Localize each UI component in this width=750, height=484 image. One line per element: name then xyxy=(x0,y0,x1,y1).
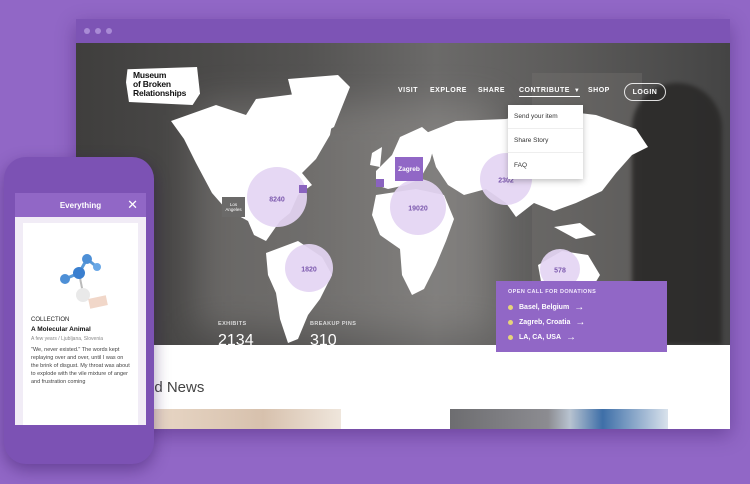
phone-screen: Everything ✕ COLLECTION A Molecular Anim… xyxy=(15,193,146,425)
browser-toolbar xyxy=(76,19,730,43)
dropdown-item-share-story[interactable]: Share Story xyxy=(508,129,583,153)
close-icon[interactable]: ✕ xyxy=(127,197,138,213)
window-dot-icon[interactable] xyxy=(106,28,112,34)
news-image[interactable] xyxy=(146,409,341,429)
caret-down-icon: ▼ xyxy=(573,88,581,94)
phone-header-title: Everything xyxy=(59,200,102,210)
bubble-count-label: 8240 xyxy=(269,196,285,204)
phone-header: Everything ✕ xyxy=(15,193,146,217)
donation-link-basel[interactable]: Basel, Belgium → xyxy=(508,300,655,315)
nav-explore[interactable]: EXPLORE xyxy=(430,87,467,94)
bubble-count-label: 1820 xyxy=(301,266,317,274)
nav-contribute[interactable]: CONTRIBUTE ▼ xyxy=(519,87,581,97)
arrow-right-icon: → xyxy=(574,302,585,313)
contribute-dropdown: Send your item Share Story FAQ xyxy=(508,105,583,179)
phone-mockup: Everything ✕ COLLECTION A Molecular Anim… xyxy=(4,157,154,464)
bullet-dot-icon xyxy=(508,305,513,310)
window-dot-icon[interactable] xyxy=(95,28,101,34)
collection-card[interactable]: COLLECTION A Molecular Animal A few year… xyxy=(23,223,138,425)
news-image[interactable] xyxy=(450,409,668,429)
window-dot-icon[interactable] xyxy=(84,28,90,34)
nav-visit[interactable]: VISIT xyxy=(398,87,418,94)
card-kicker: COLLECTION xyxy=(31,317,70,323)
britain-shape xyxy=(370,147,382,167)
city-tag-los-angeles[interactable]: Los Angeles xyxy=(222,197,245,217)
donations-card: OPEN CALL FOR DONATIONS Basel, Belgium →… xyxy=(496,281,667,352)
bubble-count-label: 19020 xyxy=(408,205,428,213)
card-title[interactable]: A Molecular Animal xyxy=(31,326,130,333)
map-pin-icon[interactable] xyxy=(299,185,307,193)
nav-shop[interactable]: SHOP xyxy=(588,87,610,94)
dropdown-item-faq[interactable]: FAQ xyxy=(508,153,583,177)
donation-link-zagreb[interactable]: Zagreb, Croatia → xyxy=(508,315,655,330)
bullet-dot-icon xyxy=(508,320,513,325)
city-tag-zagreb[interactable]: Zagreb xyxy=(395,157,423,181)
nav-share[interactable]: SHARE xyxy=(478,87,505,94)
dropdown-item-send-item[interactable]: Send your item xyxy=(508,105,583,129)
stat-value-pins: 310 xyxy=(310,332,337,345)
news-section-title: ed News xyxy=(146,379,205,396)
bullet-dot-icon xyxy=(508,335,513,340)
donations-title: OPEN CALL FOR DONATIONS xyxy=(508,289,597,295)
molecule-image xyxy=(31,227,131,315)
map-pin-icon[interactable] xyxy=(376,179,384,187)
arrow-right-icon: → xyxy=(566,332,576,343)
phone-body: COLLECTION A Molecular Animal A few year… xyxy=(15,217,146,425)
stat-label-pins: BREAKUP PINS xyxy=(310,321,357,327)
donation-link-la[interactable]: LA, CA, USA → xyxy=(508,330,655,345)
browser-window: 8240 1820 19020 2302 578 Los Angeles Zag… xyxy=(76,19,730,429)
stat-label-exhibits: EXHIBITS xyxy=(218,321,247,327)
arrow-right-icon: → xyxy=(575,317,586,328)
indonesia-shape xyxy=(554,223,596,239)
bubble-count-label: 578 xyxy=(554,267,566,275)
main-nav: VISIT EXPLORE SHARE CONTRIBUTE ▼ SHOP LOG… xyxy=(76,83,730,103)
card-excerpt: "We, never existed." The words kept repl… xyxy=(31,347,130,385)
card-meta: A few years / Ljubljana, Slovenia xyxy=(31,336,103,342)
login-button[interactable]: LOGIN xyxy=(624,83,666,101)
stat-value-exhibits: 2134 xyxy=(218,332,254,345)
